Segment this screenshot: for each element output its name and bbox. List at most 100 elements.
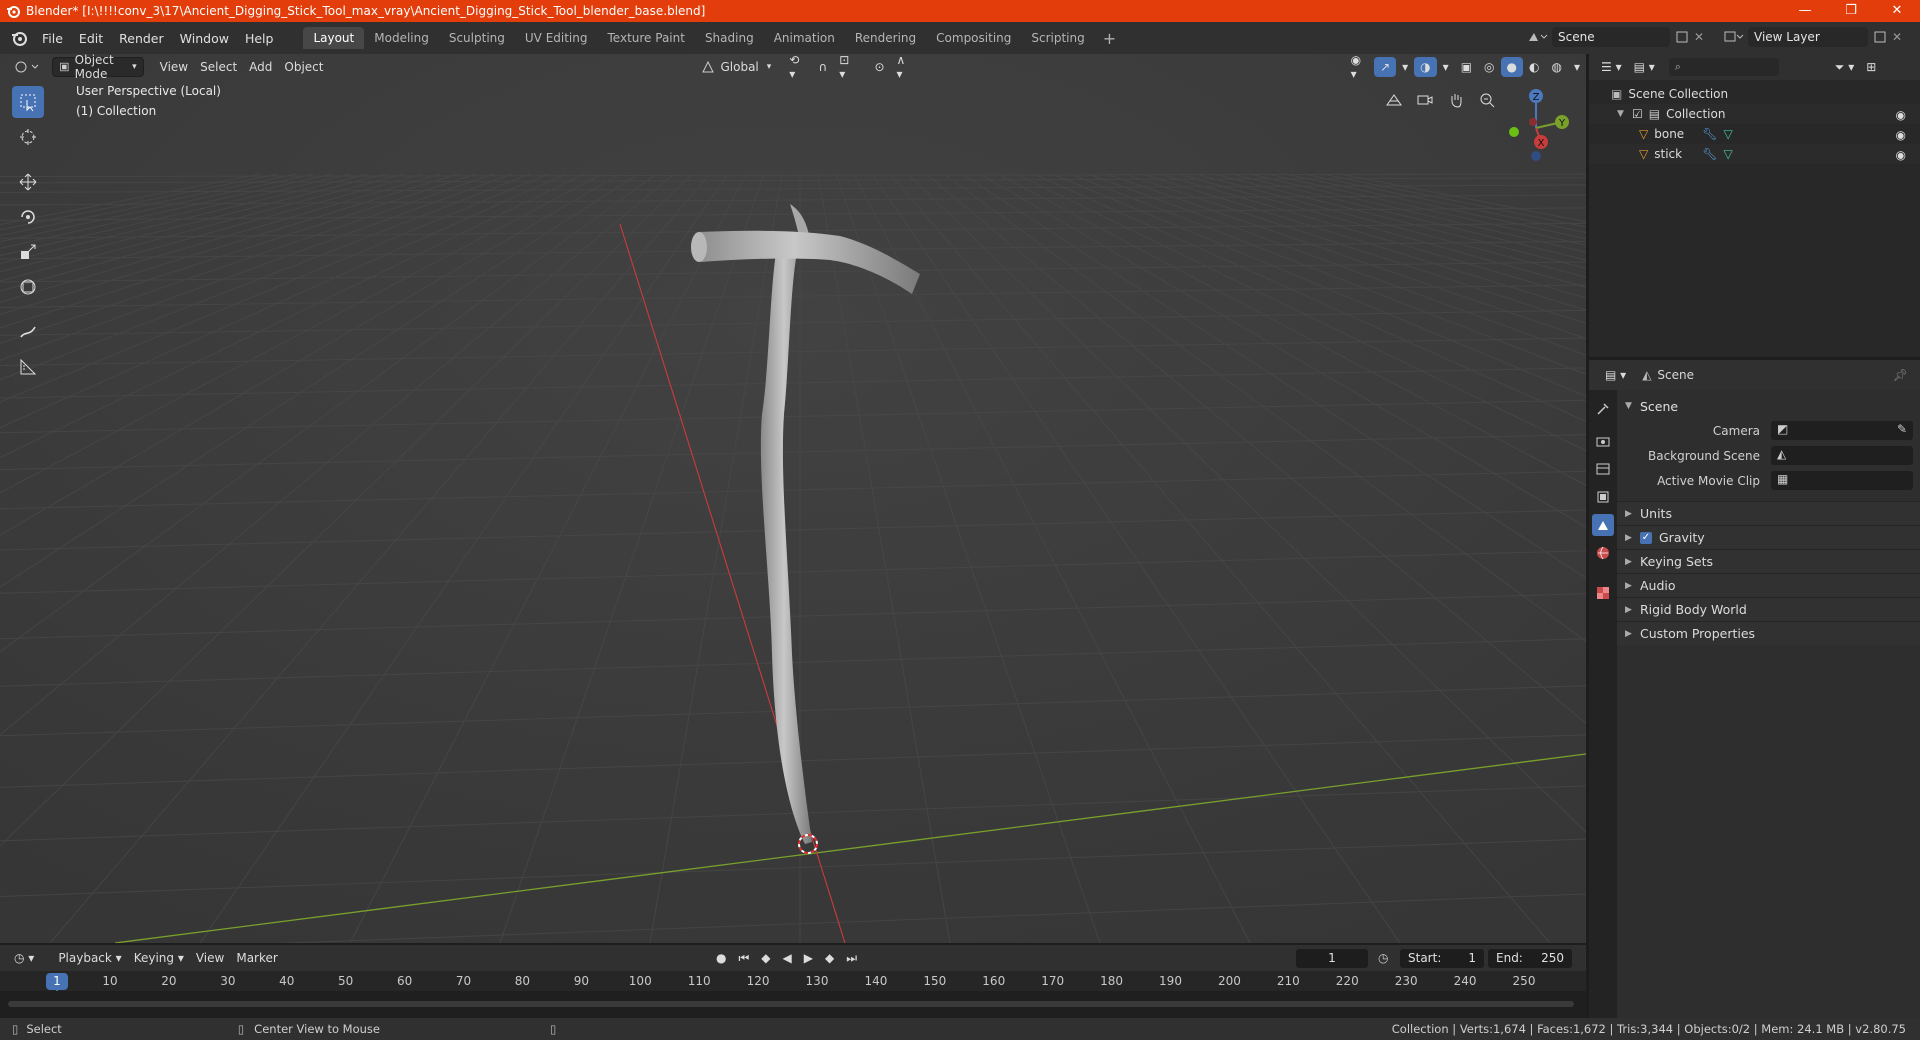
outliner-scene-collection[interactable]: ▣ Scene Collection (1589, 84, 1920, 104)
blender-menu-icon[interactable] (10, 29, 28, 47)
gizmo-toggle-icon[interactable]: ↗ (1374, 57, 1397, 77)
viewport-menu-view[interactable]: View (154, 57, 194, 77)
material-shading-icon[interactable]: ◐ (1523, 57, 1545, 77)
pan-hand-icon[interactable] (1442, 86, 1470, 114)
next-keyframe-icon[interactable]: ◆ (819, 948, 840, 968)
annotate-tool[interactable] (12, 316, 44, 348)
current-frame-field[interactable]: 1 (1296, 948, 1368, 968)
play-reverse-icon[interactable]: ◀ (777, 948, 798, 968)
minimize-button[interactable]: — (1782, 0, 1828, 22)
close-button[interactable]: ✕ (1874, 0, 1920, 22)
falloff-icon[interactable]: ∧ ▾ (891, 54, 919, 81)
render-tab-icon[interactable] (1592, 430, 1614, 452)
scene-tab-icon[interactable] (1592, 514, 1614, 536)
snap-icon[interactable]: ∩ (812, 57, 833, 77)
view-layer-field[interactable]: View Layer (1748, 27, 1868, 47)
tab-animation[interactable]: Animation (764, 27, 845, 49)
tool-settings-tab-icon[interactable] (1592, 398, 1614, 420)
eye-icon[interactable]: ◉ (1896, 108, 1906, 122)
modifier-wrench-icon[interactable]: 🔧︎ (1702, 147, 1717, 161)
outliner-search-input[interactable]: ⌕ (1668, 58, 1779, 76)
rendered-shading-icon[interactable]: ◍ (1545, 57, 1567, 77)
timeline-menu-keying[interactable]: Keying ▾ (128, 948, 190, 968)
menu-edit[interactable]: Edit (71, 31, 111, 46)
properties-editor-type-icon[interactable]: ▤ ▾ (1599, 365, 1632, 385)
camera-field[interactable]: ◩ ✎ (1771, 421, 1913, 440)
collection-checkbox[interactable]: ☑ (1632, 107, 1643, 121)
world-tab-icon[interactable] (1592, 542, 1614, 564)
solid-shading-icon[interactable]: ● (1500, 57, 1523, 77)
cursor-tool[interactable] (12, 121, 44, 153)
prev-keyframe-icon[interactable]: ◆ (755, 948, 776, 968)
zoom-icon[interactable] (1473, 86, 1501, 114)
snap-target-icon[interactable]: ⊡ ▾ (833, 54, 862, 81)
delete-scene-icon[interactable]: ✕ (1694, 30, 1704, 44)
timeline-track[interactable] (0, 991, 1586, 1018)
overlay-toggle-icon[interactable]: ◑ (1414, 57, 1437, 77)
mesh-data-icon[interactable]: ▽ (1723, 127, 1732, 141)
eyedropper-icon[interactable]: ✎ (1897, 422, 1907, 436)
move-tool[interactable] (12, 166, 44, 198)
record-icon[interactable]: ● (710, 948, 732, 968)
new-collection-icon[interactable]: ⊞ (1860, 57, 1882, 77)
eye-icon[interactable]: ◉ (1896, 148, 1906, 162)
timeline-scrollbar[interactable] (8, 1001, 1574, 1007)
mode-dropdown[interactable]: Object Mode ▾ (52, 54, 144, 81)
mesh-data-icon[interactable]: ▽ (1723, 147, 1732, 161)
timeline-menu-playback[interactable]: Playback ▾ (52, 948, 127, 968)
view-layer-icon[interactable] (1722, 29, 1744, 45)
camera-view-icon[interactable] (1411, 86, 1439, 114)
active-movie-clip-field[interactable]: ▦ (1771, 471, 1913, 490)
measure-tool[interactable] (12, 351, 44, 383)
scale-tool[interactable] (12, 236, 44, 268)
shading-dropdown-icon[interactable]: ▾ (1568, 57, 1586, 77)
gizmo-dropdown-icon[interactable]: ▾ (1396, 57, 1414, 77)
pin-icon[interactable]: 📌︎ (1893, 368, 1908, 382)
start-frame-field[interactable]: Start: 1 (1400, 948, 1484, 968)
background-scene-field[interactable]: ◭ (1771, 446, 1913, 465)
pivot-point-icon[interactable]: ⟲ ▾ (783, 54, 812, 81)
tab-uv-editing[interactable]: UV Editing (515, 27, 598, 49)
tab-modeling[interactable]: Modeling (364, 27, 439, 49)
visibility-icon[interactable]: ◉ ▾ (1345, 54, 1375, 81)
rigid-body-world-panel[interactable]: ▶ Rigid Body World (1617, 597, 1920, 621)
view-layer-tab-icon[interactable] (1592, 486, 1614, 508)
jump-start-icon[interactable]: ⏮ (732, 948, 755, 968)
timeline-menu-marker[interactable]: Marker (230, 948, 283, 968)
scene-icon[interactable] (1526, 29, 1548, 45)
overlay-dropdown-icon[interactable]: ▾ (1437, 57, 1455, 77)
ortho-toggle-icon[interactable] (1380, 86, 1408, 114)
tab-layout[interactable]: Layout (303, 27, 365, 49)
select-box-tool[interactable] (12, 86, 44, 118)
tab-rendering[interactable]: Rendering (845, 27, 926, 49)
display-mode-icon[interactable]: ▤ ▾ (1628, 57, 1661, 77)
audio-panel[interactable]: ▶ Audio (1617, 573, 1920, 597)
timeline-menu-view[interactable]: View (190, 948, 230, 968)
tab-texture-paint[interactable]: Texture Paint (598, 27, 695, 49)
outliner-object-bone[interactable]: ▽ bone 🔧︎ ▽ ◉ (1589, 124, 1920, 144)
gravity-panel[interactable]: ▶ ✓ Gravity (1617, 525, 1920, 549)
scene-panel-header[interactable]: ▼ Scene (1617, 394, 1920, 418)
timeline-editor-type-icon[interactable]: ◷ ▾ (8, 948, 40, 968)
texture-tab-icon[interactable] (1592, 582, 1614, 604)
rotate-tool[interactable] (12, 201, 44, 233)
jump-end-icon[interactable]: ⏭ (840, 948, 863, 968)
play-icon[interactable]: ▶ (798, 948, 819, 968)
stopwatch-icon[interactable]: ◷ (1378, 951, 1388, 965)
add-workspace-icon[interactable]: + (1095, 29, 1124, 48)
viewport-menu-object[interactable]: Object (278, 57, 329, 77)
delete-view-layer-icon[interactable]: ✕ (1892, 30, 1902, 44)
transform-orientation-dropdown[interactable]: Global ▾ (695, 57, 777, 77)
wireframe-shading-icon[interactable]: ◎ (1478, 57, 1500, 77)
maximize-button[interactable]: ❐ (1828, 0, 1874, 22)
filter-icon[interactable]: ⏷ ▾ (1829, 57, 1860, 77)
outliner-editor-type-icon[interactable]: ☰ ▾ (1595, 57, 1628, 77)
transform-tool[interactable] (12, 271, 44, 303)
proportional-edit-icon[interactable]: ⊙ (868, 57, 890, 77)
tab-scripting[interactable]: Scripting (1021, 27, 1094, 49)
units-panel[interactable]: ▶ Units (1617, 501, 1920, 525)
viewport-menu-select[interactable]: Select (194, 57, 243, 77)
end-frame-field[interactable]: End: 250 (1488, 948, 1572, 968)
expand-triangle-icon[interactable]: ▼ (1617, 109, 1625, 119)
menu-help[interactable]: Help (237, 31, 282, 46)
